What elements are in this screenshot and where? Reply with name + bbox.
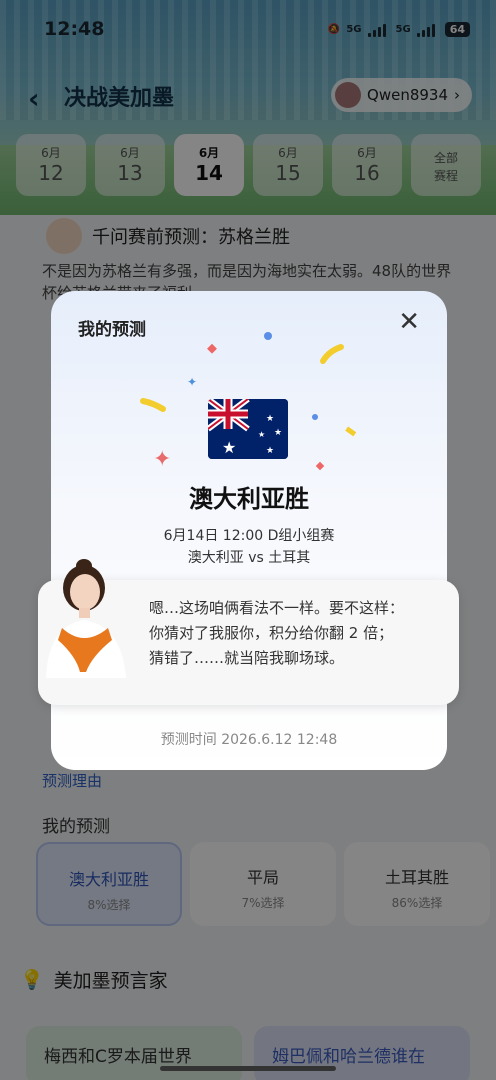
- svg-text:★: ★: [266, 446, 274, 456]
- assistant-avatar: [46, 559, 126, 678]
- svg-text:★: ★: [274, 428, 282, 438]
- svg-text:✦: ✦: [187, 375, 197, 389]
- svg-text:★: ★: [266, 414, 274, 424]
- svg-text:★: ★: [222, 438, 236, 457]
- prediction-time: 预测时间 2026.6.12 12:48: [160, 732, 338, 748]
- australia-flag-icon: ★ ★ ★ ★ ★: [208, 399, 288, 459]
- match-info: 6月14日 12:00 D组小组赛: [163, 528, 335, 544]
- svg-text:★: ★: [258, 430, 265, 439]
- svg-text:✦: ✦: [153, 447, 171, 472]
- prediction-result: 澳大利亚胜: [189, 485, 309, 513]
- home-indicator: [160, 1066, 336, 1071]
- bubble-text: 嗯…这场咱俩看法不一样。要不这样： 你猜对了我服你，积分给你翻 2 倍； 猜错了…: [149, 599, 405, 667]
